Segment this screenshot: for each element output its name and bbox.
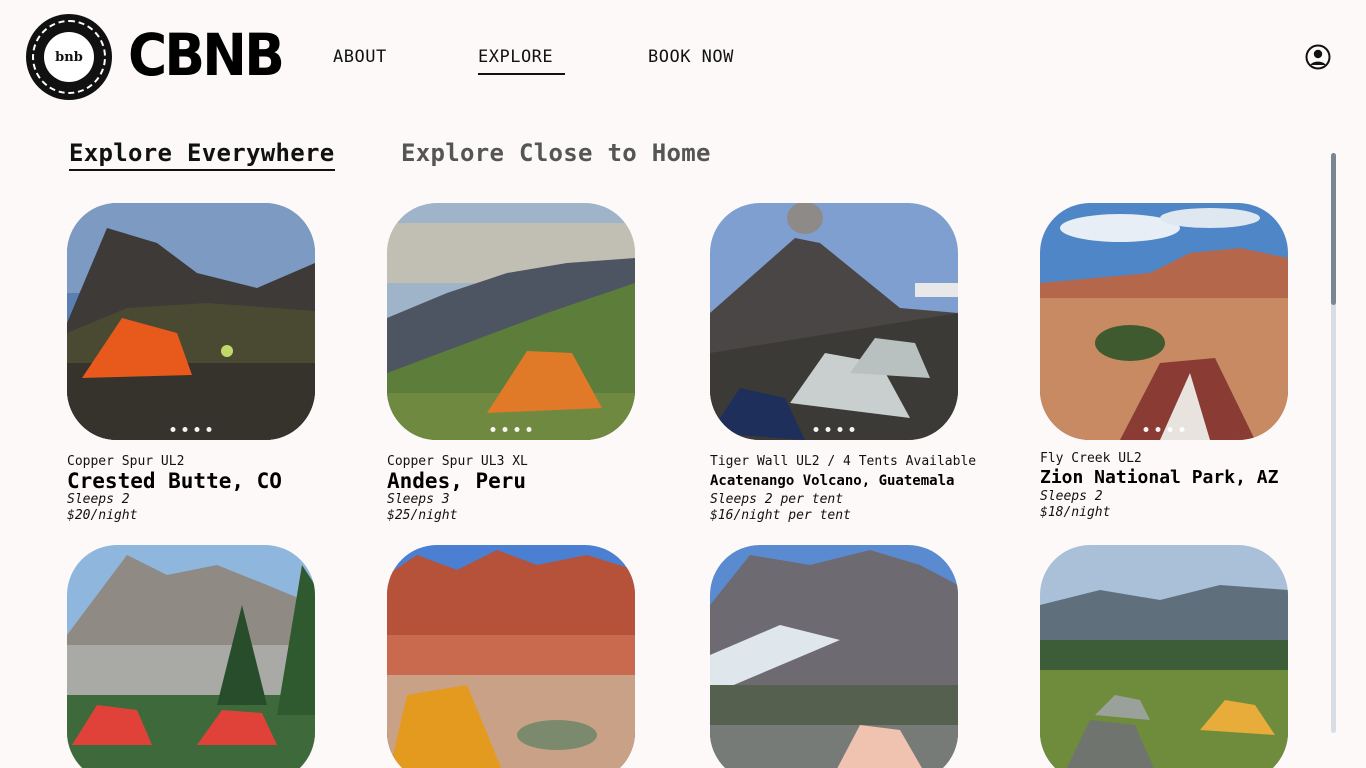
listing-card[interactable]: Tiger Wall UL2 / 4 Tents Available Acate… [710,203,977,524]
listing-card[interactable]: Copper Spur UL2 Crested Butte, CO Sleeps… [67,203,315,524]
carousel-dots[interactable] [490,427,532,432]
listing-photo[interactable] [387,545,635,768]
listing-gear: Copper Spur UL3 XL [387,454,528,469]
listing-sleeps: Sleeps 2 [1040,489,1103,504]
listing-sleeps: Sleeps 2 per tent [710,492,844,507]
scrollbar[interactable] [1331,153,1336,733]
listing-card[interactable]: Fly Creek UL2 Zion National Park, AZ Sle… [1040,203,1288,521]
listing-card[interactable]: Copper Spur UL3 XL Andes, Peru Sleeps 3 … [387,203,635,524]
listing-location: Andes, Peru [387,469,527,493]
carousel-dots[interactable] [170,427,212,432]
listing-price: $16/night per tent [710,508,851,523]
listing-photo[interactable] [710,545,958,768]
listing-gear: Tiger Wall UL2 / 4 Tents Available [710,454,977,469]
listing-gear: Fly Creek UL2 [1040,451,1142,466]
listing-location: Crested Butte, CO [67,469,282,493]
tab-explore-close-to-home[interactable]: Explore Close to Home [401,138,711,168]
logo-core: bnb [44,32,94,82]
tab-explore-everywhere[interactable]: Explore Everywhere [69,138,335,171]
listing-photo[interactable] [1040,203,1288,440]
carousel-dots[interactable] [813,427,855,432]
listing-price: $20/night [67,508,138,523]
nav-book-now[interactable]: BOOK NOW [648,46,734,68]
listing-card[interactable] [67,545,315,768]
nav-about[interactable]: ABOUT [333,46,387,68]
listing-location: Zion National Park, AZ [1040,467,1279,488]
brand-wordmark[interactable]: CBNB [128,20,285,90]
listing-photo[interactable] [67,545,315,768]
user-circle-icon[interactable] [1305,44,1331,70]
listing-card[interactable] [710,545,958,768]
listing-sleeps: Sleeps 3 [387,492,450,507]
listing-sleeps: Sleeps 2 [67,492,130,507]
listing-card[interactable] [387,545,635,768]
listing-location: Acatenango Volcano, Guatemala [710,473,955,489]
listing-photo[interactable] [67,203,315,440]
site-logo[interactable]: bnb [26,14,112,100]
listing-gear: Copper Spur UL2 [67,454,185,469]
listing-photo[interactable] [1040,545,1288,768]
nav-explore[interactable]: EXPLORE [478,46,566,75]
listing-photo[interactable] [387,203,635,440]
listing-price: $25/night [387,508,458,523]
logo-ring: bnb [32,20,106,94]
listing-price: $18/night [1040,505,1111,520]
scrollbar-thumb[interactable] [1331,153,1336,305]
listing-photo[interactable] [710,203,958,440]
listing-card[interactable] [1040,545,1288,768]
carousel-dots[interactable] [1143,427,1185,432]
